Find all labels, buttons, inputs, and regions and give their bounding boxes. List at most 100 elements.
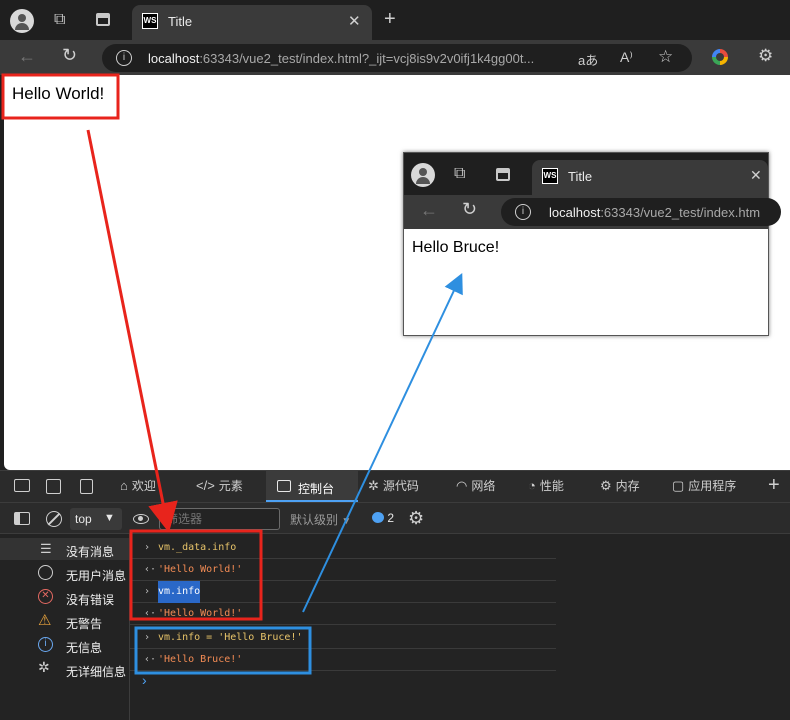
console-input-text: vm.info xyxy=(158,581,201,603)
message-count-badge[interactable]: 2 xyxy=(372,511,394,525)
tab-performance[interactable]: ◔ 性能 xyxy=(528,477,564,499)
console-sidebar: ☰ 没有消息 无用户消息 ✕ 没有错误 ⚠ 无警告 i 无信息 ✲ 无详细信息 xyxy=(0,534,130,720)
dock-side-icon[interactable] xyxy=(80,479,93,494)
console-output-text: 'Hello World!' xyxy=(158,608,243,619)
refresh-icon[interactable]: ↻ xyxy=(62,45,77,66)
tab-network-label: 网络 xyxy=(471,479,496,493)
chevron-left-icon: ‹· xyxy=(144,608,157,619)
browser-tab[interactable]: WS Title ✕ xyxy=(132,5,372,40)
log-level-label: 默认级别 xyxy=(290,513,339,527)
code-icon: </> xyxy=(196,478,215,493)
close-tab-icon: ✕ xyxy=(750,167,762,183)
translate-icon[interactable]: aあ xyxy=(578,50,598,69)
console-filter-input[interactable] xyxy=(159,508,280,530)
console-prompt-icon[interactable]: › xyxy=(142,672,147,688)
console-output-line[interactable]: ‹· 'Hello World!' xyxy=(130,603,556,625)
tab-application-label: 应用程序 xyxy=(688,479,737,493)
address-bar[interactable]: i localhost:63343/vue2_test/index.html?_… xyxy=(102,44,692,72)
chevron-down-icon: ▼ xyxy=(104,512,115,524)
tab-network[interactable]: ◠ 网络 xyxy=(456,477,495,499)
more-tabs-icon[interactable]: + xyxy=(768,474,780,497)
console-input-line[interactable]: › vm._data.info xyxy=(130,537,556,559)
webstorm-favicon-icon: WS xyxy=(542,168,558,184)
tab-console-label: 控制台 xyxy=(298,482,335,496)
inset-address-toolbar: ← ↻ i localhost:63343/vue2_test/index.ht… xyxy=(404,195,781,229)
tab-actions-icon[interactable] xyxy=(96,13,110,26)
console-settings-icon[interactable]: ⚙ xyxy=(408,508,424,529)
tab-welcome-label: 欢迎 xyxy=(131,479,156,493)
tab-title: Title xyxy=(168,14,193,29)
tab-elements[interactable]: </> 元素 xyxy=(196,477,243,499)
inset-address-bar: i localhost:63343/vue2_test/index.htm xyxy=(501,198,781,226)
console-icon xyxy=(277,480,291,492)
sidebar-item-warnings[interactable]: ⚠ 无警告 xyxy=(0,610,129,632)
webstorm-favicon-icon: WS xyxy=(142,13,158,29)
sidebar-item-verbose[interactable]: ✲ 无详细信息 xyxy=(0,658,129,680)
chevron-left-icon: ‹· xyxy=(144,654,157,665)
favorite-star-icon[interactable]: ☆ xyxy=(658,47,673,67)
address-toolbar: ← ↻ i localhost:63343/vue2_test/index.ht… xyxy=(0,40,790,75)
hello-heading: Hello World! xyxy=(12,84,105,103)
console-input-line[interactable]: › vm.info xyxy=(130,581,556,603)
inset-browser-screenshot: ⧉ WS Title ✕ ← ↻ i localhost:63343/vue2_… xyxy=(403,152,781,336)
close-tab-icon[interactable]: ✕ xyxy=(348,12,361,30)
url-path: :63343/vue2_test/index.html?_ijt=vcj8is9… xyxy=(199,51,535,66)
tab-sources[interactable]: ✲ 源代码 xyxy=(368,477,419,499)
sidebar-item-label: 无详细信息 xyxy=(66,665,127,679)
device-emulation-icon[interactable] xyxy=(46,479,61,494)
profile-avatar-icon[interactable] xyxy=(10,9,34,33)
home-icon: ⌂ xyxy=(120,478,128,493)
new-tab-icon[interactable]: + xyxy=(384,8,396,31)
console-output-line[interactable]: ‹· 'Hello World!' xyxy=(130,559,556,581)
console-toolbar: top ▼ 默认级别 ▼ 2 ⚙ xyxy=(0,502,790,534)
console-output-text: 'Hello Bruce!' xyxy=(158,654,243,665)
warning-icon: ⚠ xyxy=(38,612,52,629)
tab-memory-label: 内存 xyxy=(615,479,640,493)
bug-icon: ✲ xyxy=(368,478,379,493)
sidebar-item-label: 没有消息 xyxy=(66,545,115,559)
console-output-line[interactable]: ‹· 'Hello Bruce!' xyxy=(130,649,556,671)
devtools-tab-strip: ⌂ 欢迎 </> 元素 控制台 ✲ 源代码 ◠ 网络 ◔ 性能 ⚙ 内存 ▢ 应用程序 + xyxy=(0,470,790,502)
back-icon[interactable]: ← xyxy=(18,46,36,67)
console-input-text: vm.info = 'Hello Bruce!' xyxy=(158,632,303,643)
inspect-element-icon[interactable] xyxy=(14,479,30,492)
inset-browser-tab: WS Title ✕ xyxy=(532,160,768,195)
sidebar-item-user-messages[interactable]: 无用户消息 xyxy=(0,562,129,584)
workspaces-icon[interactable]: ⧉ xyxy=(54,12,65,28)
sidebar-item-errors[interactable]: ✕ 没有错误 xyxy=(0,586,129,608)
tab-actions-icon xyxy=(496,168,510,181)
verbose-icon: ✲ xyxy=(38,659,50,675)
message-count: 2 xyxy=(387,511,395,525)
inset-tab-bar: ⧉ WS Title ✕ xyxy=(404,153,768,195)
tab-welcome[interactable]: ⌂ 欢迎 xyxy=(120,477,156,499)
read-aloud-icon[interactable]: A⁾ xyxy=(620,49,633,66)
wifi-icon: ◠ xyxy=(456,478,468,493)
log-level-select[interactable]: 默认级别 ▼ xyxy=(290,511,351,528)
clear-console-icon[interactable] xyxy=(46,511,62,527)
tab-console[interactable]: 控制台 xyxy=(266,471,358,502)
site-info-icon[interactable]: i xyxy=(116,50,132,66)
console-input-line[interactable]: › vm.info = 'Hello Bruce!' xyxy=(130,627,556,649)
console-output: › vm._data.info ‹· 'Hello World!' › vm.i… xyxy=(130,534,790,720)
sidebar-item-messages[interactable]: ☰ 没有消息 xyxy=(0,538,129,560)
sidebar-item-info[interactable]: i 无信息 xyxy=(0,634,129,656)
live-expression-eye-icon[interactable] xyxy=(133,514,149,524)
sidebar-toggle-icon[interactable] xyxy=(14,512,30,525)
context-select[interactable]: top ▼ xyxy=(70,508,122,530)
chevron-down-icon: ▼ xyxy=(341,516,352,527)
console-output-text: 'Hello World!' xyxy=(158,564,243,575)
sidebar-item-label: 没有错误 xyxy=(66,593,115,607)
message-bubble-icon xyxy=(372,512,384,523)
url-host: localhost xyxy=(148,51,200,66)
context-select-value: top xyxy=(75,512,92,526)
info-icon: i xyxy=(38,637,53,652)
sidebar-item-label: 无用户消息 xyxy=(66,569,127,583)
chevron-left-icon: ‹· xyxy=(144,564,157,575)
extensions-icon[interactable]: ⚙ xyxy=(758,46,773,66)
tab-application[interactable]: ▢ 应用程序 xyxy=(672,477,736,499)
back-icon: ← xyxy=(420,200,438,220)
tab-sources-label: 源代码 xyxy=(382,479,419,493)
tab-memory[interactable]: ⚙ 内存 xyxy=(600,477,640,499)
tab-elements-label: 元素 xyxy=(218,479,243,493)
app-icon: ▢ xyxy=(672,478,685,493)
